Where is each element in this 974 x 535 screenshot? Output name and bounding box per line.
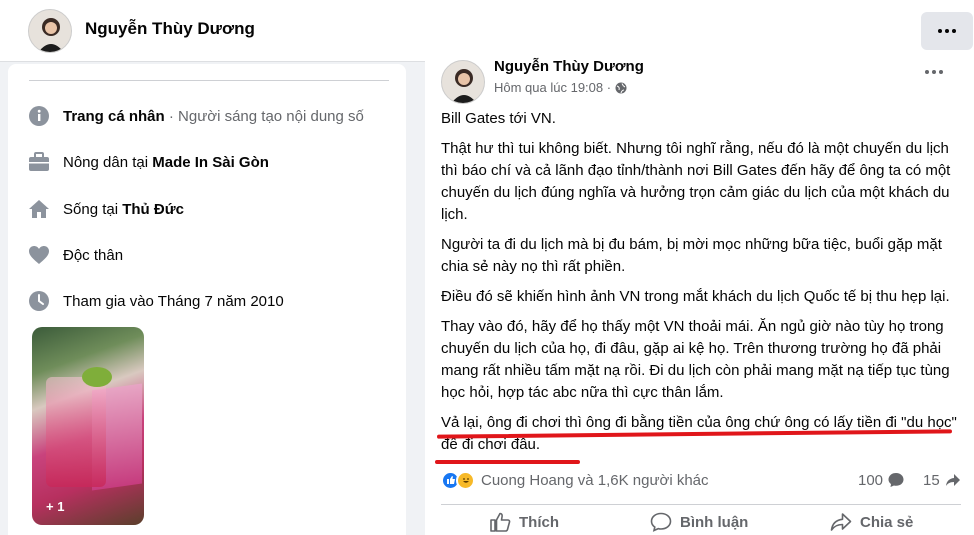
comment-count-value: 100 xyxy=(858,471,884,489)
haha-reaction-icon xyxy=(456,470,475,490)
post-paragraph: Thật hư thì tui không biết. Nhưng tôi ng… xyxy=(441,140,951,223)
post-author-name[interactable]: Nguyễn Thùy Dương xyxy=(494,58,644,76)
joined-date: Tham gia vào Tháng 7 năm 2010 xyxy=(63,292,284,310)
lives-in-prefix: Sống tại xyxy=(63,200,123,218)
avatar[interactable] xyxy=(28,9,72,53)
intro-divider xyxy=(29,80,389,81)
globe-icon xyxy=(615,82,627,93)
share-button[interactable]: Chia sẻ xyxy=(830,512,913,532)
profile-type-label: Trang cá nhân xyxy=(63,107,165,125)
info-icon xyxy=(26,104,52,128)
share-button-label: Chia sẻ xyxy=(860,513,914,531)
comment-button[interactable]: Bình luận xyxy=(650,512,748,532)
post-timestamp: Hôm qua lúc 19:08 · xyxy=(494,80,627,95)
profile-name[interactable]: Nguyễn Thùy Dương xyxy=(85,19,255,39)
intro-row-lives-in: Sống tại Thủ Đức xyxy=(26,197,184,221)
more-dots-icon xyxy=(925,70,943,74)
post-body: Bill Gates tới VN. Thật hư thì tui không… xyxy=(441,108,961,464)
post-more-button[interactable] xyxy=(925,70,943,74)
share-count-value: 15 xyxy=(923,471,940,489)
post-card: Nguyễn Thùy Dương Hôm qua lúc 19:08 · Bi… xyxy=(425,52,974,535)
photo-leaf xyxy=(82,367,112,387)
intro-row-work: Nông dân tại Made In Sài Gòn xyxy=(26,150,269,174)
intro-row-joined: Tham gia vào Tháng 7 năm 2010 xyxy=(26,289,284,313)
post-paragraph: Người ta đi du lịch mà bị đu bám, bị mời… xyxy=(441,236,942,275)
post-paragraph: Bill Gates tới VN. xyxy=(441,110,556,127)
work-prefix: Nông dân tại xyxy=(63,153,153,171)
intro-row-relationship: Độc thân xyxy=(26,243,123,267)
share-icon xyxy=(830,513,852,531)
more-options-button[interactable] xyxy=(921,12,973,50)
comment-bubble-icon xyxy=(888,473,904,487)
more-dots-icon xyxy=(938,29,956,33)
share-arrow-icon xyxy=(945,474,960,486)
share-count[interactable]: 15 xyxy=(923,471,962,489)
home-icon xyxy=(26,197,52,221)
photo-more-count: + 1 xyxy=(46,499,65,514)
comment-button-label: Bình luận xyxy=(680,513,749,531)
relationship-status: Độc thân xyxy=(63,246,124,264)
clock-icon xyxy=(26,289,52,313)
work-place-link[interactable]: Made In Sài Gòn xyxy=(152,154,269,171)
red-underline-annotation xyxy=(435,460,580,464)
post-time-text[interactable]: Hôm qua lúc 19:08 · xyxy=(494,80,611,95)
avatar-image xyxy=(442,61,484,103)
intro-card: Trang cá nhân · Người sáng tạo nội dung … xyxy=(8,64,406,535)
comment-icon xyxy=(650,512,672,532)
reactions-text: Cuong Hoang và 1,6K người khác xyxy=(481,471,709,489)
actions-divider xyxy=(441,504,961,505)
heart-icon xyxy=(26,243,52,267)
post-paragraph: Thay vào đó, hãy để họ thấy một VN thoải… xyxy=(441,318,950,401)
featured-photo[interactable]: + 1 xyxy=(32,327,144,525)
thumbs-up-icon xyxy=(490,512,511,532)
like-button-label: Thích xyxy=(519,513,559,531)
comment-count[interactable]: 100 xyxy=(858,471,905,489)
engagement-counts: 100 15 xyxy=(858,471,962,489)
avatar-image xyxy=(29,10,71,52)
intro-row-profile-type: Trang cá nhân · Người sáng tạo nội dung … xyxy=(26,104,364,128)
briefcase-icon xyxy=(26,150,52,174)
like-button[interactable]: Thích xyxy=(489,512,559,532)
reaction-icons xyxy=(441,470,475,490)
lives-in-link[interactable]: Thủ Đức xyxy=(122,201,184,218)
post-author-avatar[interactable] xyxy=(441,60,485,104)
post-paragraph: Điều đó sẽ khiến hình ảnh VN trong mắt k… xyxy=(441,288,950,305)
profile-type-detail: · Người sáng tạo nội dung số xyxy=(164,107,364,125)
photo-glass xyxy=(46,377,106,487)
